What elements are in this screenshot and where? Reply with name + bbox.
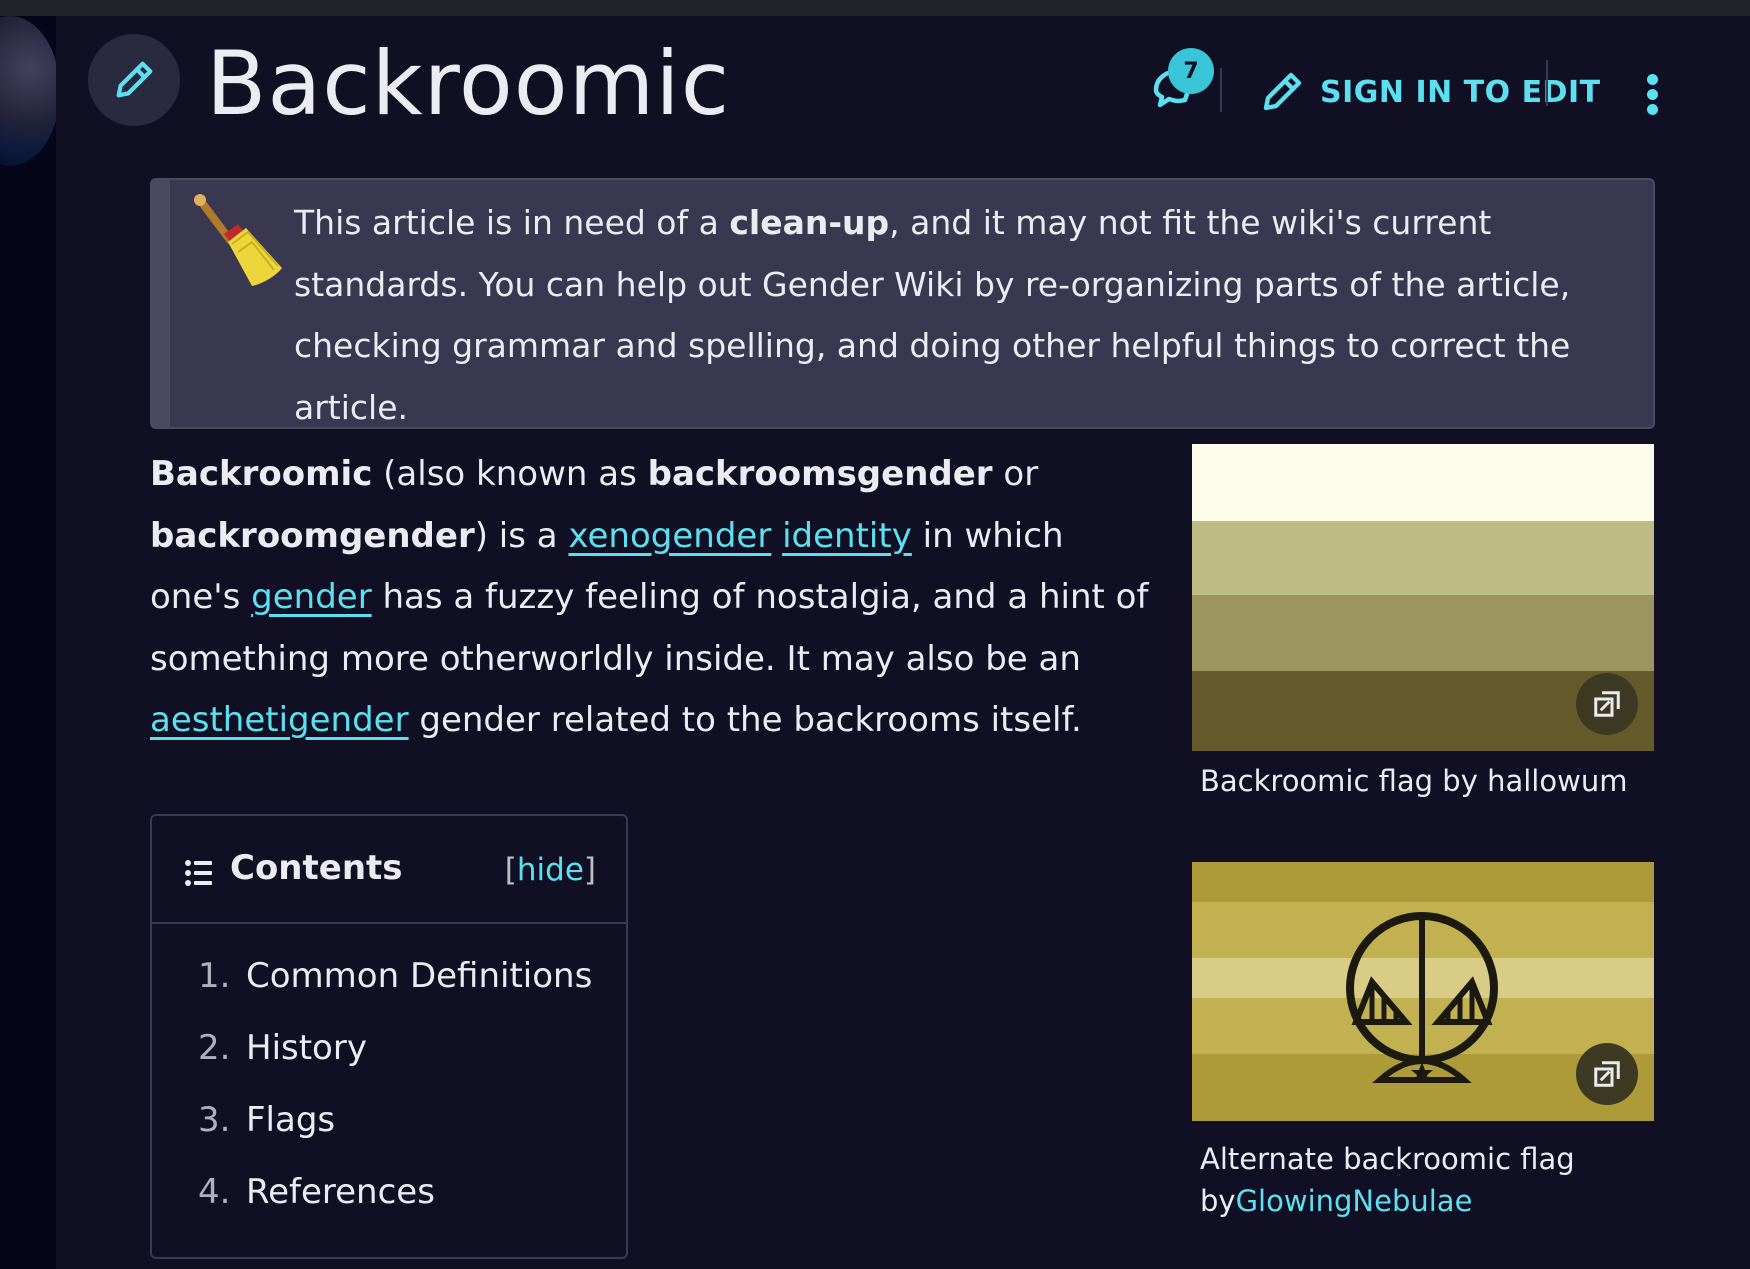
list-icon <box>185 860 212 886</box>
expand-image-button[interactable] <box>1576 1043 1638 1105</box>
flag-stripe <box>1192 444 1654 521</box>
toc-list: 1. Common Definitions 2. History 3. Flags 4… <box>198 956 592 1244</box>
comment-count-badge: 7 <box>1168 48 1214 94</box>
toc-item-references[interactable]: 4. References <box>198 1172 592 1244</box>
link-aesthetigender[interactable]: aesthetigender <box>150 700 409 740</box>
backrooms-emblem <box>1346 912 1498 1083</box>
flag-stripe <box>1192 862 1654 902</box>
toc-item-common-definitions[interactable]: 1. Common Definitions <box>198 956 592 1028</box>
toc-title: Contents <box>230 848 403 888</box>
expand-icon <box>1594 1061 1620 1087</box>
toc-item-history[interactable]: 2. History <box>198 1028 592 1100</box>
figure-caption: Alternate backroomic flag byGlowingNebul… <box>1200 1142 1575 1218</box>
alternate-flag-image[interactable] <box>1192 862 1654 1121</box>
article-intro: Backroomic (also known as backroomsgende… <box>150 454 1149 740</box>
pencil-icon <box>1263 72 1302 111</box>
flag-stripe <box>1192 521 1654 595</box>
edit-button[interactable] <box>88 34 180 126</box>
broom-icon <box>194 194 282 286</box>
toc-item-flags[interactable]: 3. Flags <box>198 1100 592 1172</box>
more-options-icon[interactable] <box>1642 74 1662 120</box>
sign-in-to-edit-button[interactable]: SIGN IN TO EDIT <box>1258 68 1601 116</box>
flag-stripe <box>1192 595 1654 671</box>
browser-top-strip <box>0 0 1750 16</box>
toc-hide-link[interactable]: hide <box>517 852 584 888</box>
link-glowingnebulae[interactable]: GlowingNebulae <box>1236 1184 1473 1218</box>
backroomic-flag-image[interactable] <box>1192 444 1654 751</box>
notice-accent-bar <box>152 180 170 427</box>
cleanup-notice: This article is in need of a clean-up, a… <box>150 178 1655 429</box>
table-of-contents: Contents [hide] 1. Common Definitions 2. H… <box>150 814 628 1259</box>
sign-in-label: SIGN IN TO EDIT <box>1320 74 1601 110</box>
figure-caption: Backroomic flag by hallowum <box>1200 764 1628 798</box>
divider <box>1546 60 1548 106</box>
toc-header: Contents [hide] <box>152 816 626 924</box>
page-title: Backroomic <box>206 32 731 135</box>
link-xenogender[interactable]: xenogender <box>568 516 771 556</box>
expand-icon <box>1594 691 1620 717</box>
pencil-icon <box>116 61 153 98</box>
divider <box>1220 68 1222 112</box>
toc-hide-toggle: [hide] <box>504 852 596 888</box>
left-rail <box>0 16 56 1269</box>
expand-image-button[interactable] <box>1576 673 1638 735</box>
link-identity[interactable]: identity <box>782 516 912 556</box>
notice-text: This article is in need of a clean-up, a… <box>294 203 1571 427</box>
link-gender[interactable]: gender <box>251 577 372 617</box>
